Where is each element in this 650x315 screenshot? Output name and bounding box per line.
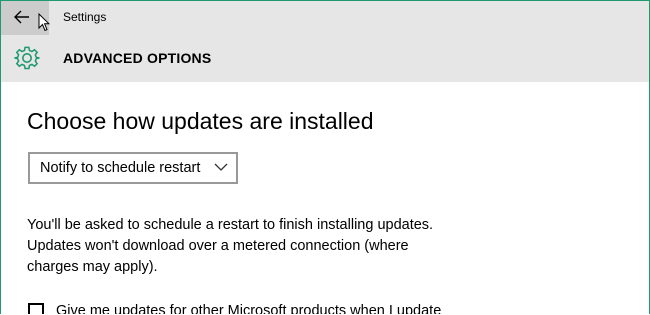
back-arrow-icon xyxy=(14,10,29,24)
page-title: ADVANCED OPTIONS xyxy=(63,50,212,66)
main-content: Choose how updates are installed Notify … xyxy=(1,82,649,314)
page-header: ADVANCED OPTIONS xyxy=(1,35,649,82)
settings-window: Settings ADVANCED OPTIONS Choose how upd… xyxy=(0,0,650,314)
chevron-down-icon xyxy=(214,163,228,171)
description-text: You'll be asked to schedule a restart to… xyxy=(27,215,487,278)
install-mode-dropdown[interactable]: Notify to schedule restart xyxy=(28,152,238,184)
description-line: You'll be asked to schedule a restart to… xyxy=(27,217,434,233)
title-bar: Settings xyxy=(1,1,649,35)
section-heading: Choose how updates are installed xyxy=(27,108,374,134)
mouse-cursor-icon xyxy=(38,13,50,32)
description-line: charges may apply). xyxy=(27,259,158,275)
dropdown-selected-value: Notify to schedule restart xyxy=(40,160,201,176)
app-title: Settings xyxy=(63,10,107,24)
ms-products-checkbox[interactable] xyxy=(28,303,44,314)
ms-products-checkbox-label[interactable]: Give me updates for other Microsoft prod… xyxy=(56,303,441,314)
gear-icon xyxy=(14,46,40,70)
description-line: Updates won't download over a metered co… xyxy=(27,238,409,254)
